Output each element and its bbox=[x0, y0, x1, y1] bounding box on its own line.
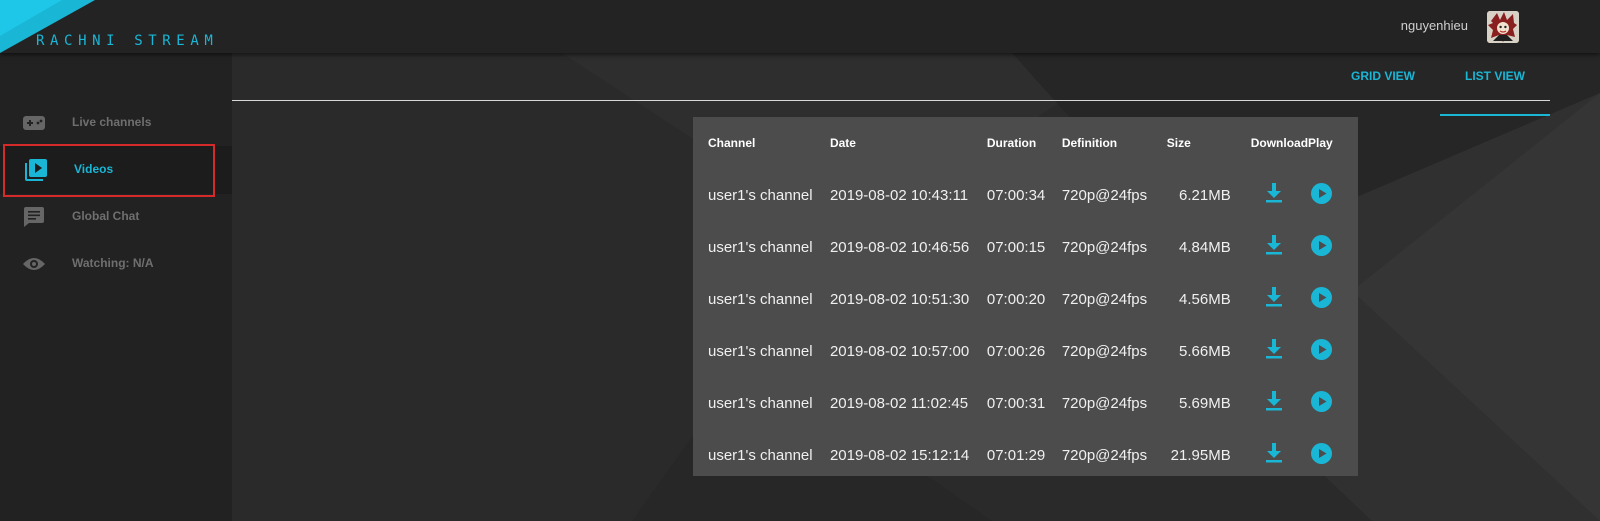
cell-definition: 720p@24fps bbox=[1061, 446, 1148, 464]
column-header-play: Play bbox=[1308, 136, 1333, 150]
play-button-icon[interactable] bbox=[1311, 182, 1333, 208]
play-button-icon[interactable] bbox=[1311, 390, 1333, 416]
videos-table-card: Channel Date Duration Definition Size Do… bbox=[693, 117, 1358, 476]
cell-duration: 07:01:29 bbox=[986, 446, 1046, 464]
download-icon[interactable] bbox=[1266, 235, 1283, 259]
top-bar: RACHNI STREAM nguyenhieu bbox=[0, 0, 1600, 53]
user-name[interactable]: nguyenhieu bbox=[1401, 18, 1468, 33]
play-button-icon[interactable] bbox=[1311, 338, 1333, 364]
cell-duration: 07:00:34 bbox=[986, 186, 1046, 204]
tab-list-view[interactable]: LIST VIEW bbox=[1440, 69, 1550, 116]
table-row[interactable]: user1's channel 2019-08-02 10:43:11 07:0… bbox=[693, 169, 1358, 221]
video-library-icon bbox=[24, 158, 48, 182]
play-button-icon[interactable] bbox=[1311, 442, 1333, 468]
cell-date: 2019-08-02 10:57:00 bbox=[829, 342, 970, 360]
cell-channel: user1's channel bbox=[708, 394, 813, 412]
brand-logo[interactable]: RACHNI STREAM bbox=[36, 33, 218, 49]
cell-size: 6.21MB bbox=[1179, 186, 1231, 204]
cell-size: 4.84MB bbox=[1179, 238, 1231, 256]
sidebar-item-label: Global Chat bbox=[72, 209, 140, 223]
cell-date: 2019-08-02 10:46:56 bbox=[829, 238, 970, 256]
cell-channel: user1's channel bbox=[708, 290, 813, 308]
cell-date: 2019-08-02 11:02:45 bbox=[829, 394, 969, 412]
videos-table: Channel Date Duration Definition Size Do… bbox=[693, 117, 1358, 481]
cell-channel: user1's channel bbox=[708, 186, 813, 204]
play-button-icon[interactable] bbox=[1311, 286, 1333, 312]
column-header-date: Date bbox=[829, 136, 856, 150]
sidebar-item-live-channels[interactable]: Live channels bbox=[0, 99, 232, 147]
table-row[interactable]: user1's channel 2019-08-02 15:12:14 07:0… bbox=[693, 429, 1358, 481]
column-header-size: Size bbox=[1166, 136, 1191, 150]
sidebar-item-label: Live channels bbox=[72, 115, 152, 129]
cell-size: 5.66MB bbox=[1179, 342, 1231, 360]
sidebar-item-videos[interactable]: Videos bbox=[0, 146, 232, 194]
cell-definition: 720p@24fps bbox=[1061, 342, 1148, 360]
cell-duration: 07:00:15 bbox=[986, 238, 1046, 256]
download-icon[interactable] bbox=[1266, 183, 1283, 207]
column-header-channel: Channel bbox=[708, 136, 756, 150]
cell-definition: 720p@24fps bbox=[1061, 186, 1148, 204]
column-header-download: Download bbox=[1250, 136, 1309, 150]
cell-duration: 07:00:26 bbox=[986, 342, 1046, 360]
sidebar-item-label: Videos bbox=[74, 162, 114, 176]
sidebar-item-global-chat[interactable]: Global Chat bbox=[0, 193, 232, 241]
cell-channel: user1's channel bbox=[708, 446, 813, 464]
cell-duration: 07:00:31 bbox=[986, 394, 1046, 412]
view-tabs: GRID VIEW LIST VIEW bbox=[232, 53, 1550, 116]
cell-size: 5.69MB bbox=[1179, 394, 1231, 412]
table-header-row: Channel Date Duration Definition Size Do… bbox=[693, 117, 1358, 169]
column-header-definition: Definition bbox=[1061, 136, 1118, 150]
table-row[interactable]: user1's channel 2019-08-02 10:57:00 07:0… bbox=[693, 325, 1358, 377]
cell-definition: 720p@24fps bbox=[1061, 290, 1148, 308]
main-content: GRID VIEW LIST VIEW Channel Date Duratio… bbox=[232, 53, 1600, 521]
cell-duration: 07:00:20 bbox=[986, 290, 1046, 308]
eye-icon bbox=[22, 252, 46, 276]
sidebar-item-label: Watching: N/A bbox=[72, 256, 154, 270]
user-avatar[interactable] bbox=[1487, 11, 1519, 43]
play-button-icon[interactable] bbox=[1311, 234, 1333, 260]
table-row[interactable]: user1's channel 2019-08-02 10:51:30 07:0… bbox=[693, 273, 1358, 325]
download-icon[interactable] bbox=[1266, 287, 1283, 311]
tab-grid-view[interactable]: GRID VIEW bbox=[1327, 69, 1439, 100]
cell-channel: user1's channel bbox=[708, 342, 813, 360]
cell-size: 4.56MB bbox=[1179, 290, 1231, 308]
table-row[interactable]: user1's channel 2019-08-02 11:02:45 07:0… bbox=[693, 377, 1358, 429]
cell-date: 2019-08-02 10:51:30 bbox=[829, 290, 970, 308]
cell-date: 2019-08-02 10:43:11 bbox=[829, 186, 969, 204]
cell-size: 21.95MB bbox=[1170, 446, 1231, 464]
chat-icon bbox=[22, 205, 46, 229]
cell-definition: 720p@24fps bbox=[1061, 238, 1148, 256]
gamepad-icon bbox=[22, 111, 46, 135]
table-row[interactable]: user1's channel 2019-08-02 10:46:56 07:0… bbox=[693, 221, 1358, 273]
download-icon[interactable] bbox=[1266, 391, 1283, 415]
column-header-duration: Duration bbox=[986, 136, 1037, 150]
cell-definition: 720p@24fps bbox=[1061, 394, 1148, 412]
download-icon[interactable] bbox=[1266, 443, 1283, 467]
sidebar-item-watching[interactable]: Watching: N/A bbox=[0, 240, 232, 288]
cell-channel: user1's channel bbox=[708, 238, 813, 256]
sidebar: Live channels Videos Global Chat Watchin… bbox=[0, 53, 232, 521]
download-icon[interactable] bbox=[1266, 339, 1283, 363]
cell-date: 2019-08-02 15:12:14 bbox=[829, 446, 970, 464]
